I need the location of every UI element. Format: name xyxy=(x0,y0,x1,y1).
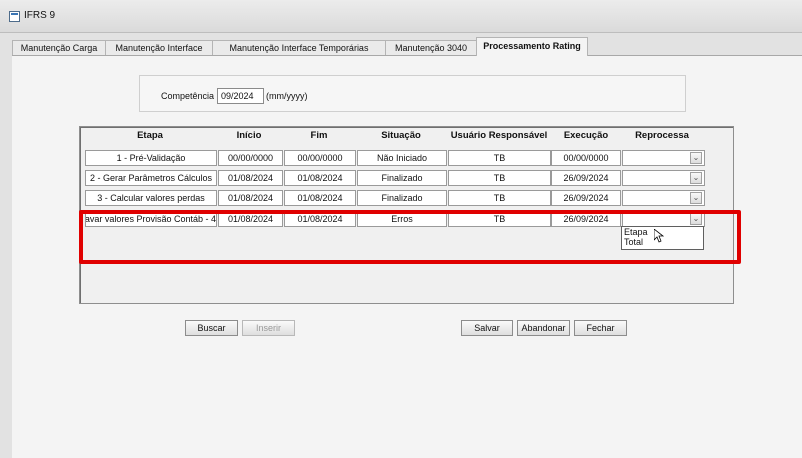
inserir-button[interactable]: Inserir xyxy=(242,320,295,336)
tab-manutencao-3040[interactable]: Manutenção 3040 xyxy=(385,40,477,55)
tab-manutencao-carga[interactable]: Manutenção Carga xyxy=(12,40,106,55)
column-header-execucao: Execução xyxy=(563,130,609,141)
window-titlebar: IFRS 9 xyxy=(0,0,802,33)
abandonar-button[interactable]: Abandonar xyxy=(517,320,570,336)
format-hint: (mm/yyyy) xyxy=(266,91,308,101)
tab-manutencao-interface-temporarias[interactable]: Manutenção Interface Temporárias xyxy=(212,40,386,55)
row1-usuario-cell[interactable]: TB xyxy=(448,150,551,166)
row1-execucao-cell[interactable]: 00/00/0000 xyxy=(551,150,621,166)
app-icon xyxy=(9,11,20,22)
column-header-inicio: Início xyxy=(236,130,262,141)
row1-inicio-cell[interactable]: 00/00/0000 xyxy=(218,150,283,166)
column-header-usuario: Usuário Responsável xyxy=(450,130,548,141)
row2-fim-cell[interactable]: 01/08/2024 xyxy=(284,170,356,186)
column-header-etapa: Etapa xyxy=(137,130,163,141)
window-title: IFRS 9 xyxy=(24,10,56,21)
row2-usuario-cell[interactable]: TB xyxy=(448,170,551,186)
tab-processamento-rating[interactable]: Processamento Rating xyxy=(476,37,588,56)
row3-fim-cell[interactable]: 01/08/2024 xyxy=(284,190,356,206)
highlight-box xyxy=(79,210,741,264)
column-header-fim: Fim xyxy=(310,130,328,141)
column-header-situacao: Situação xyxy=(381,130,421,141)
row1-fim-cell[interactable]: 00/00/0000 xyxy=(284,150,356,166)
row3-usuario-cell[interactable]: TB xyxy=(448,190,551,206)
competencia-label: Competência xyxy=(161,91,215,101)
row3-execucao-cell[interactable]: 26/09/2024 xyxy=(551,190,621,206)
tab-manutencao-interface[interactable]: Manutenção Interface xyxy=(105,40,213,55)
row3-situacao-cell[interactable]: Finalizado xyxy=(357,190,447,206)
buscar-button[interactable]: Buscar xyxy=(185,320,238,336)
row2-etapa-cell[interactable]: 2 - Gerar Parâmetros Cálculos xyxy=(85,170,217,186)
row2-chevron-down-icon[interactable]: ⌄ xyxy=(690,172,702,184)
tab-strip: Manutenção Carga Manutenção Interface Ma… xyxy=(12,37,802,56)
row3-chevron-down-icon[interactable]: ⌄ xyxy=(690,192,702,204)
row3-etapa-cell[interactable]: 3 - Calcular valores perdas xyxy=(85,190,217,206)
row2-execucao-cell[interactable]: 26/09/2024 xyxy=(551,170,621,186)
grid-header: Etapa Início Fim Situação Usuário Respon… xyxy=(81,127,731,145)
row1-etapa-cell[interactable]: 1 - Pré-Validação xyxy=(85,150,217,166)
row2-situacao-cell[interactable]: Finalizado xyxy=(357,170,447,186)
column-header-reprocessa: Reprocessa xyxy=(635,130,689,141)
row1-situacao-cell[interactable]: Não Iniciado xyxy=(357,150,447,166)
competencia-input[interactable]: 09/2024 xyxy=(217,88,264,104)
row3-inicio-cell[interactable]: 01/08/2024 xyxy=(218,190,283,206)
row1-chevron-down-icon[interactable]: ⌄ xyxy=(690,152,702,164)
salvar-button[interactable]: Salvar xyxy=(461,320,513,336)
row2-inicio-cell[interactable]: 01/08/2024 xyxy=(218,170,283,186)
fechar-button[interactable]: Fechar xyxy=(574,320,627,336)
